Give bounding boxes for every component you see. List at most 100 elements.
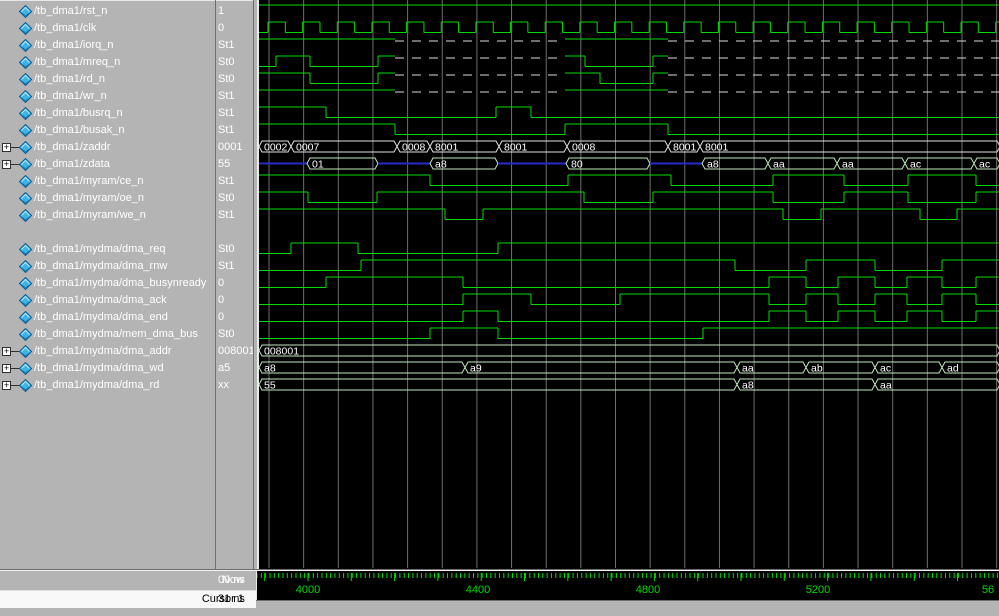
signal-row[interactable]: /tb_dma1/mreq_n bbox=[0, 54, 215, 71]
signal-diamond-icon bbox=[19, 141, 32, 154]
signal-value: St1 bbox=[218, 90, 235, 102]
signal-row[interactable]: /tb_dma1/myram/oe_n bbox=[0, 190, 215, 207]
signal-name: /tb_dma1/mydma/dma_busynready bbox=[34, 277, 206, 289]
signal-row[interactable]: /tb_dma1/busak_n bbox=[0, 122, 215, 139]
svg-text:a9: a9 bbox=[470, 363, 482, 375]
svg-text:01: 01 bbox=[312, 159, 324, 171]
timeline-label: 56 bbox=[982, 584, 994, 596]
svg-text:a8: a8 bbox=[264, 363, 276, 375]
signal-name: /tb_dma1/mreq_n bbox=[34, 56, 120, 68]
signal-name: /tb_dma1/zaddr bbox=[34, 141, 110, 153]
signal-name: /tb_dma1/busrq_n bbox=[34, 107, 123, 119]
signal-row[interactable]: /tb_dma1/mydma/dma_end bbox=[0, 309, 215, 326]
signal-row[interactable]: /tb_dma1/clk bbox=[0, 20, 215, 37]
signal-diamond-icon bbox=[19, 192, 32, 205]
signal-value-row: 0 bbox=[218, 292, 252, 309]
svg-text:aa: aa bbox=[773, 159, 785, 171]
expand-button[interactable]: + bbox=[2, 160, 11, 169]
signal-value: St1 bbox=[218, 175, 235, 187]
svg-text:8001: 8001 bbox=[673, 142, 697, 154]
waveform-area[interactable]: 0002000700088001800100088001800101a880a8… bbox=[258, 0, 999, 570]
signal-value: 0 bbox=[218, 294, 224, 306]
signal-name: /tb_dma1/mydma/dma_rd bbox=[34, 379, 159, 391]
signal-name: /tb_dma1/rd_n bbox=[34, 73, 105, 85]
signal-row[interactable]: +/tb_dma1/zdata bbox=[0, 156, 215, 173]
signal-row[interactable]: /tb_dma1/mydma/dma_ack bbox=[0, 292, 215, 309]
signal-row[interactable]: + /tb_dma1/zaddr bbox=[0, 139, 215, 156]
signal-diamond-icon bbox=[19, 39, 32, 52]
signal-values-panel: 10St1St0St0St1St1St1000155St1St0St1St0St… bbox=[216, 0, 253, 570]
signal-row[interactable]: /tb_dma1/myram/ce_n bbox=[0, 173, 215, 190]
signal-value-row: 0 bbox=[218, 20, 252, 37]
expand-button[interactable]: + bbox=[2, 347, 11, 356]
signal-row[interactable]: /tb_dma1/mydma/dma_rnw bbox=[0, 258, 215, 275]
bottom-scrollbar-strip[interactable] bbox=[256, 600, 999, 616]
tree-connector bbox=[11, 164, 19, 165]
svg-text:aa: aa bbox=[742, 363, 754, 375]
svg-text:55: 55 bbox=[264, 380, 276, 392]
signal-value-row: St0 bbox=[218, 54, 252, 71]
signal-diamond-icon bbox=[19, 260, 32, 273]
signal-row[interactable]: /tb_dma1/mydma/dma_busynready bbox=[0, 275, 215, 292]
signal-diamond-icon bbox=[19, 277, 32, 290]
cursor1-row[interactable]: Cursor 1 31 ns bbox=[0, 590, 256, 608]
signal-names-panel: /tb_dma1/rst_n/tb_dma1/clk/tb_dma1/iorq_… bbox=[0, 0, 215, 570]
signal-row[interactable]: /tb_dma1/busrq_n bbox=[0, 105, 215, 122]
signal-name: /tb_dma1/mydma/dma_ack bbox=[34, 294, 167, 306]
signal-row[interactable]: /tb_dma1/mydma/mem_dma_bus bbox=[0, 326, 215, 343]
signal-row[interactable]: /tb_dma1/mydma/dma_req bbox=[0, 241, 215, 258]
signal-name: /tb_dma1/mydma/mem_dma_bus bbox=[34, 328, 198, 340]
signal-row[interactable]: +/tb_dma1/mydma/dma_addr bbox=[0, 343, 215, 360]
expand-button[interactable]: + bbox=[2, 364, 11, 373]
signal-name: /tb_dma1/myram/ce_n bbox=[34, 175, 143, 187]
now-value: 00 ns bbox=[218, 574, 245, 586]
signal-row[interactable]: + /tb_dma1/mydma/dma_rd bbox=[0, 377, 215, 394]
signal-row[interactable]: /tb_dma1/rst_n bbox=[0, 3, 215, 20]
signal-value-row: 1 bbox=[218, 3, 252, 20]
signal-row[interactable]: /tb_dma1/rd_n bbox=[0, 71, 215, 88]
svg-text:008001: 008001 bbox=[264, 346, 299, 358]
signal-value: 008001 bbox=[218, 345, 253, 357]
svg-text:ab: ab bbox=[811, 363, 823, 375]
signal-diamond-icon bbox=[19, 5, 32, 18]
signal-name: /tb_dma1/mydma/dma_rnw bbox=[34, 260, 167, 272]
signal-value: St1 bbox=[218, 39, 235, 51]
svg-text:a8: a8 bbox=[435, 159, 447, 171]
signal-value-row: St0 bbox=[218, 241, 252, 258]
signal-value-row: St1 bbox=[218, 105, 252, 122]
svg-text:0002: 0002 bbox=[264, 142, 288, 154]
signal-diamond-icon bbox=[19, 328, 32, 341]
modelsim-wave-window: /tb_dma1/rst_n/tb_dma1/clk/tb_dma1/iorq_… bbox=[0, 0, 999, 616]
signal-value-row: St0 bbox=[218, 190, 252, 207]
signal-diamond-icon bbox=[19, 158, 32, 171]
signal-value: 55 bbox=[218, 158, 230, 170]
signal-diamond-icon bbox=[19, 22, 32, 35]
signal-row[interactable]: /tb_dma1/myram/we_n bbox=[0, 207, 215, 224]
waveform-canvas[interactable]: 0002000700088001800100088001800101a880a8… bbox=[259, 0, 999, 570]
svg-text:aa: aa bbox=[842, 159, 854, 171]
svg-text:ac: ac bbox=[880, 363, 891, 375]
signal-row[interactable]: /tb_dma1/iorq_n bbox=[0, 37, 215, 54]
signal-value-row: St1 bbox=[218, 37, 252, 54]
now-row: Now 00 ns bbox=[0, 571, 256, 590]
signal-diamond-icon bbox=[19, 107, 32, 120]
signal-value: xx bbox=[218, 379, 229, 391]
timeline-ruler[interactable]: 400044004800520056 bbox=[256, 571, 999, 600]
names-values-divider[interactable] bbox=[215, 0, 216, 608]
signal-name: /tb_dma1/iorq_n bbox=[34, 39, 114, 51]
signal-value-row: St1 bbox=[218, 258, 252, 275]
expand-button[interactable]: + bbox=[2, 143, 11, 152]
tree-connector bbox=[11, 351, 19, 352]
signal-row[interactable]: +/tb_dma1/mydma/dma_wd bbox=[0, 360, 215, 377]
signal-value: St0 bbox=[218, 73, 235, 85]
expand-button[interactable]: + bbox=[2, 381, 11, 390]
signal-value: St1 bbox=[218, 209, 235, 221]
signal-value: St0 bbox=[218, 243, 235, 255]
signal-name: /tb_dma1/rst_n bbox=[34, 5, 107, 17]
svg-text:80: 80 bbox=[571, 159, 583, 171]
signal-name: /tb_dma1/mydma/dma_end bbox=[34, 311, 168, 323]
signal-value-row: St1 bbox=[218, 173, 252, 190]
signal-row[interactable]: /tb_dma1/wr_n bbox=[0, 88, 215, 105]
signal-name: /tb_dma1/mydma/dma_req bbox=[34, 243, 165, 255]
signal-value: St1 bbox=[218, 124, 235, 136]
